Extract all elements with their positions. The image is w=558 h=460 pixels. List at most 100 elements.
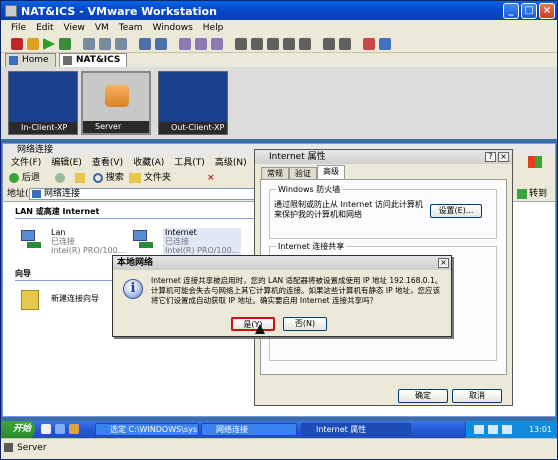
vmware-app-icon — [5, 5, 17, 17]
msgbox-text: Internet 连接共享被启用时，您的 LAN 适配器将被设置成使用 IP 地… — [151, 276, 443, 305]
lan-connection-icon[interactable] — [19, 228, 45, 250]
menu-team[interactable]: Team — [119, 23, 143, 33]
tab-advanced[interactable]: 高级 — [317, 165, 345, 179]
menu-edit-cn[interactable]: 编辑(E) — [51, 156, 82, 170]
internet-name: Internet — [165, 228, 197, 237]
tab-auth[interactable]: 验证 — [289, 167, 317, 179]
msgbox-titlebar[interactable]: 本地网络 — [113, 256, 451, 270]
minimize-button[interactable]: _ — [503, 3, 519, 19]
team-icon[interactable] — [139, 38, 151, 50]
menu-file-cn[interactable]: 文件(F) — [11, 156, 41, 170]
lan-name: Lan — [51, 228, 66, 237]
up-button[interactable] — [75, 170, 85, 186]
help-button[interactable]: ? — [485, 152, 496, 162]
tab-home[interactable]: Home — [5, 53, 56, 67]
menu-file[interactable]: File — [11, 23, 26, 33]
thumbnail-server[interactable]: Server — [81, 71, 151, 135]
folders-label: 文件夹 — [143, 173, 171, 183]
view-icon[interactable] — [323, 38, 335, 50]
start-button[interactable]: 开始 — [1, 421, 35, 438]
tray-security-icon[interactable] — [502, 425, 512, 434]
summary-icon[interactable] — [179, 38, 191, 50]
play-icon[interactable] — [43, 38, 55, 50]
firewall-group: Windows 防火墙 通过限制或防止从 Internet 访问此计算机来保护我… — [269, 184, 497, 239]
go-arrow-icon — [517, 189, 527, 199]
internet-status: 已连接 — [165, 237, 189, 246]
props-titlebar[interactable]: Internet 属性 — [255, 150, 512, 164]
delete-icon[interactable]: × — [207, 170, 215, 186]
thumbnail-in-client-xp[interactable]: In-Client-XP — [8, 71, 78, 135]
tab-general[interactable]: 常规 — [261, 167, 289, 179]
go-button[interactable]: 转到 — [517, 187, 553, 201]
menu-view[interactable]: View — [64, 23, 85, 33]
quicklaunch-desktop-icon[interactable] — [55, 424, 65, 434]
fullscreen-icon[interactable] — [235, 38, 247, 50]
system-tray: 13:01 — [465, 421, 557, 438]
no-button[interactable]: 否(N) — [283, 317, 327, 331]
forward-button[interactable] — [55, 170, 65, 186]
clone-icon[interactable] — [155, 38, 167, 50]
unity-icon[interactable] — [339, 38, 351, 50]
lan-status: 已连接 — [51, 237, 75, 246]
snapshot-manager-icon[interactable] — [115, 38, 127, 50]
menu-view-cn[interactable]: 查看(V) — [92, 156, 123, 170]
sidebar-icon[interactable] — [267, 38, 279, 50]
folders-button[interactable]: 文件夹 — [129, 170, 171, 186]
taskbar-item-internet-props[interactable]: Internet 属性 — [301, 423, 411, 436]
menu-vm[interactable]: VM — [95, 23, 109, 33]
revert-icon[interactable] — [99, 38, 111, 50]
lan-connection[interactable]: Lan 已连接 Intel(R) PRO/100... — [51, 228, 125, 255]
tray-volume-icon[interactable] — [488, 425, 498, 434]
quick-switch-icon[interactable] — [251, 38, 263, 50]
snapshot-icon[interactable] — [83, 38, 95, 50]
pause-icon[interactable] — [27, 38, 39, 50]
mouse-cursor-icon — [255, 324, 265, 334]
maximize-button[interactable]: □ — [521, 3, 537, 19]
yes-button[interactable]: 是(Y) — [231, 317, 275, 331]
search-button[interactable]: 搜索 — [93, 170, 124, 186]
new-connection-wizard-icon[interactable] — [19, 290, 45, 312]
team-tab-icon — [63, 56, 72, 65]
thumbnail-out-client-xp[interactable]: Out-Client-XP — [158, 71, 228, 135]
vmware-titlebar[interactable]: NAT&ICS - VMware Workstation — [1, 1, 557, 21]
quicklaunch-ie-icon[interactable] — [41, 424, 51, 434]
close-button[interactable]: × — [539, 3, 555, 19]
stop-icon[interactable] — [11, 38, 23, 50]
menu-favorites-cn[interactable]: 收藏(A) — [133, 156, 164, 170]
back-button[interactable]: 后退 — [9, 170, 40, 186]
menu-advanced-cn[interactable]: 高级(N) — [215, 156, 247, 170]
tabs-icon[interactable] — [283, 38, 295, 50]
home-icon — [9, 56, 18, 65]
preferences-icon[interactable] — [379, 38, 391, 50]
props-close-button[interactable]: × — [498, 152, 509, 162]
tab-home-label: Home — [22, 55, 49, 65]
props-title: Internet 属性 — [269, 152, 326, 162]
thumbnails-icon[interactable] — [299, 38, 311, 50]
menu-edit[interactable]: Edit — [36, 23, 53, 33]
reset-icon[interactable] — [59, 38, 71, 50]
quicklaunch-media-icon[interactable] — [69, 424, 79, 434]
tray-network-icon[interactable] — [474, 425, 484, 434]
group-divider — [15, 280, 115, 281]
appliance-icon[interactable] — [211, 38, 223, 50]
console-icon[interactable] — [195, 38, 207, 50]
firewall-text: 通过限制或防止从 Internet 访问此计算机来保护我的计算机和网络 — [274, 200, 423, 219]
vm-status-text: Server — [17, 443, 47, 453]
msgbox-close-button[interactable]: × — [438, 258, 449, 268]
new-connection-wizard-label[interactable]: 新建连接向导 — [51, 294, 99, 303]
group-divider — [15, 218, 255, 219]
props-ok-button[interactable]: 确定 — [398, 389, 448, 403]
menu-windows[interactable]: Windows — [153, 23, 193, 33]
firewall-settings-button[interactable]: 设置(E)... — [430, 204, 482, 218]
taskbar-item-cmd[interactable]: 选定 C:\WINDOWS\sys... — [95, 423, 199, 436]
internet-connection-icon[interactable] — [131, 228, 157, 250]
record-icon[interactable] — [363, 38, 375, 50]
forward-arrow-icon — [55, 172, 65, 183]
props-cancel-button[interactable]: 取消 — [452, 389, 502, 403]
tab-nat-ics[interactable]: NAT&ICS — [59, 53, 128, 67]
internet-connection[interactable]: Internet 已连接 Intel(R) PRO/100... — [163, 228, 242, 255]
local-network-messagebox: 本地网络 × i Internet 连接共享被启用时，您的 LAN 适配器将被设… — [112, 255, 452, 337]
menu-help[interactable]: Help — [203, 23, 224, 33]
menu-tools-cn[interactable]: 工具(T) — [174, 156, 205, 170]
taskbar-item-network[interactable]: 网络连接 — [201, 423, 297, 436]
